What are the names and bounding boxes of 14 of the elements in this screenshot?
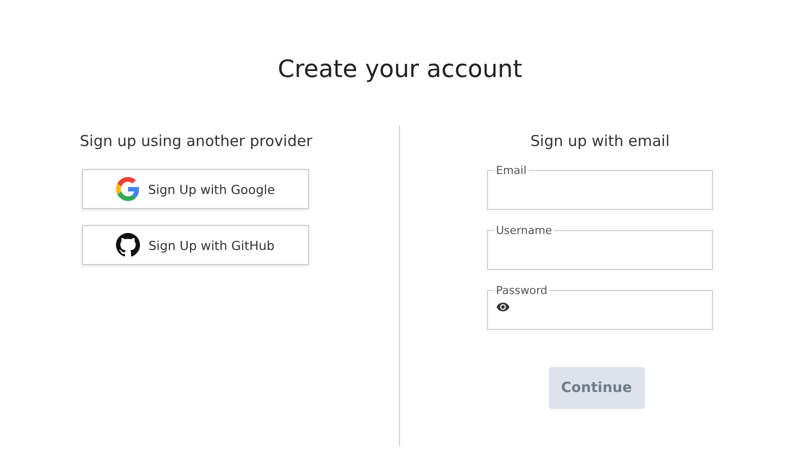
- field-label: Username: [495, 224, 554, 237]
- field-label: Email: [495, 164, 528, 177]
- section-heading: Sign up using another provider: [80, 132, 312, 152]
- input-field[interactable]: Username: [487, 224, 713, 270]
- cat-silhouette-icon: [116, 233, 140, 257]
- input-field[interactable]: Email: [487, 164, 713, 210]
- eye-icon[interactable]: [496, 300, 510, 314]
- provider-button[interactable]: Sign Up with GitHub: [82, 225, 309, 265]
- google-g-icon: [116, 177, 140, 201]
- input-field[interactable]: Password: [487, 284, 713, 330]
- page-title: Create your account: [276, 54, 524, 85]
- field-label: Password: [495, 284, 548, 297]
- section-heading: Sign up with email: [530, 132, 670, 152]
- provider-button[interactable]: Sign Up with Google: [82, 169, 309, 209]
